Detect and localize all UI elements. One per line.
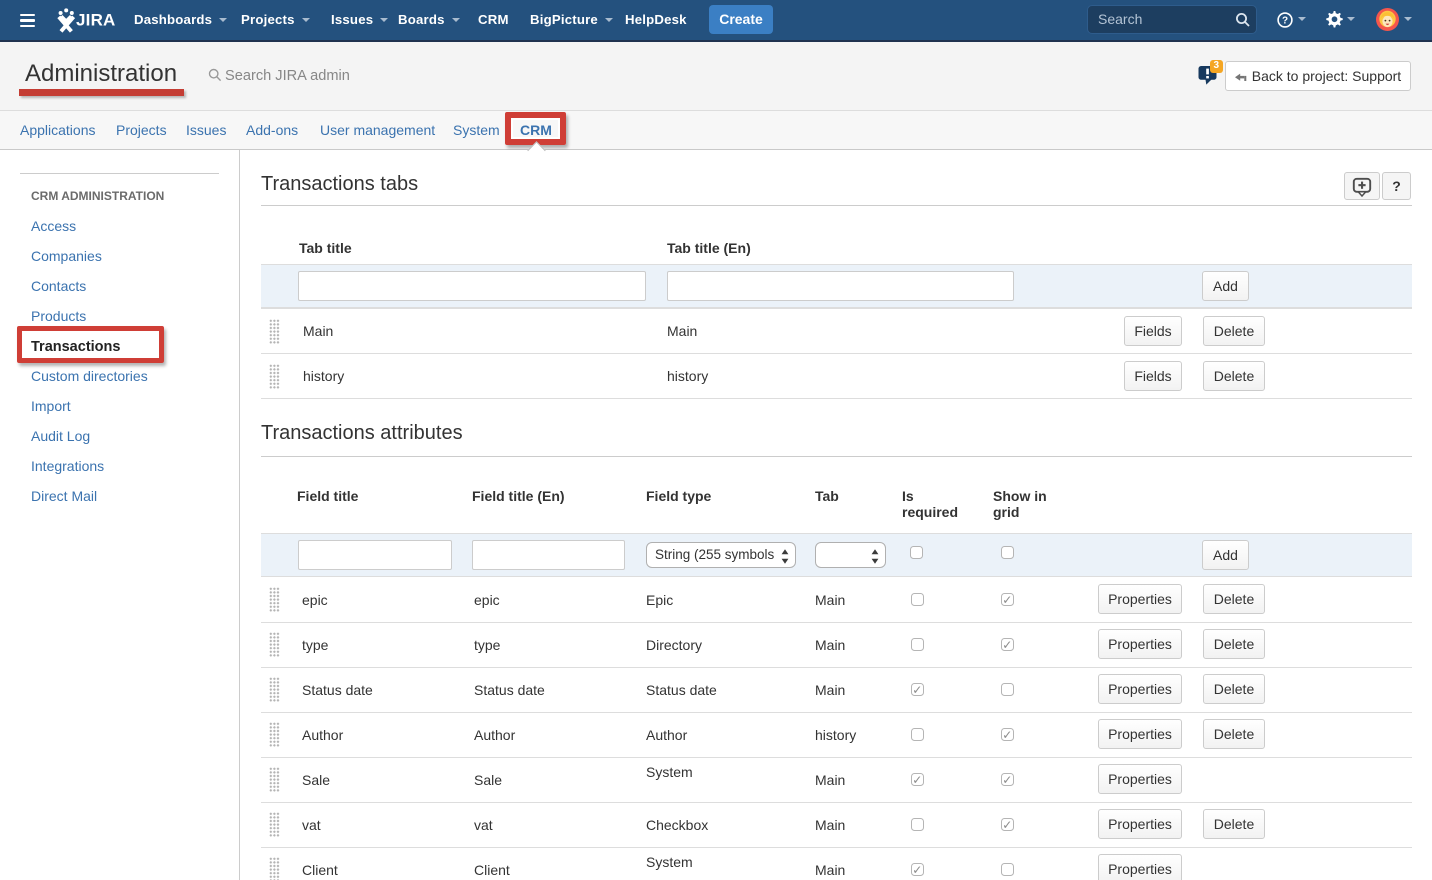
svg-text:?: ? xyxy=(1282,16,1288,27)
svg-text:JIRA: JIRA xyxy=(76,10,116,29)
